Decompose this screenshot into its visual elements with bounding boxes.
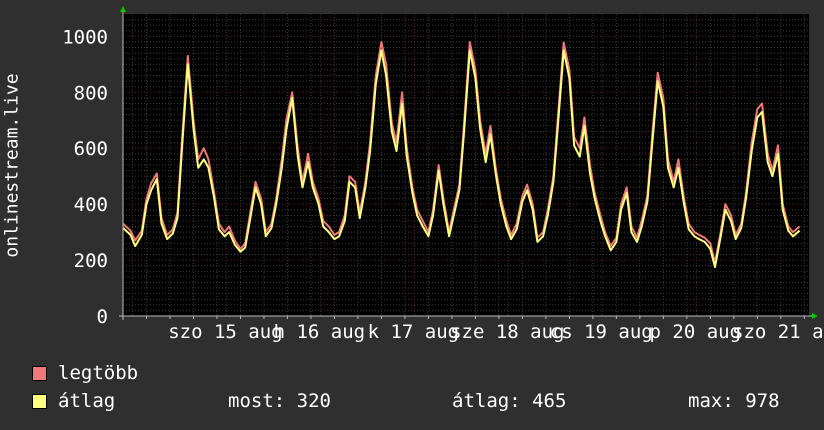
y-tick-label: 400 [74,194,108,216]
legend-row-avg: átlag most: 320 átlag: 465 max: 978 [30,390,810,418]
x-tick-label: k 17 aug [368,321,460,343]
y-tick-label: 0 [97,306,108,328]
x-tick-label: cs 19 aug [550,321,653,343]
y-tick-label: 800 [74,82,108,104]
legend: legtöbb átlag most: 320 átlag: 465 max: … [30,362,810,418]
legend-row-max: legtöbb [30,362,810,390]
y-tick-labels: 0 200 400 600 800 1000 [62,26,108,328]
x-tick-label: h 16 aug [274,321,366,343]
x-tick-label: p 20 aug [650,321,742,343]
x-tick-labels: szo 15 augh 16 aug k 17 augsze 18 augcs 1… [168,321,824,343]
legend-label-avg: átlag [58,390,116,412]
y-tick-label: 1000 [62,26,108,48]
y-axis-title: onlinestream.live [1,72,23,258]
y-axis-title-wrap: onlinestream.live [0,0,24,330]
x-tick-label: szo 15 aug [168,321,282,343]
legend-label-max: legtöbb [58,362,139,384]
y-axis-arrow [120,6,126,12]
x-tick-label: szo 21 aug [732,321,824,343]
x-tick-label: sze 18 aug [450,321,564,343]
legend-swatch-max [32,366,47,381]
stat-average: átlag: 465 [452,390,567,412]
x-axis-arrow [812,313,818,319]
stat-maximum: max: 978 [688,390,780,412]
y-tick-label: 200 [74,250,108,272]
stat-current: most: 320 [228,390,331,412]
y-tick-label: 600 [74,138,108,160]
legend-swatch-avg [32,394,47,409]
